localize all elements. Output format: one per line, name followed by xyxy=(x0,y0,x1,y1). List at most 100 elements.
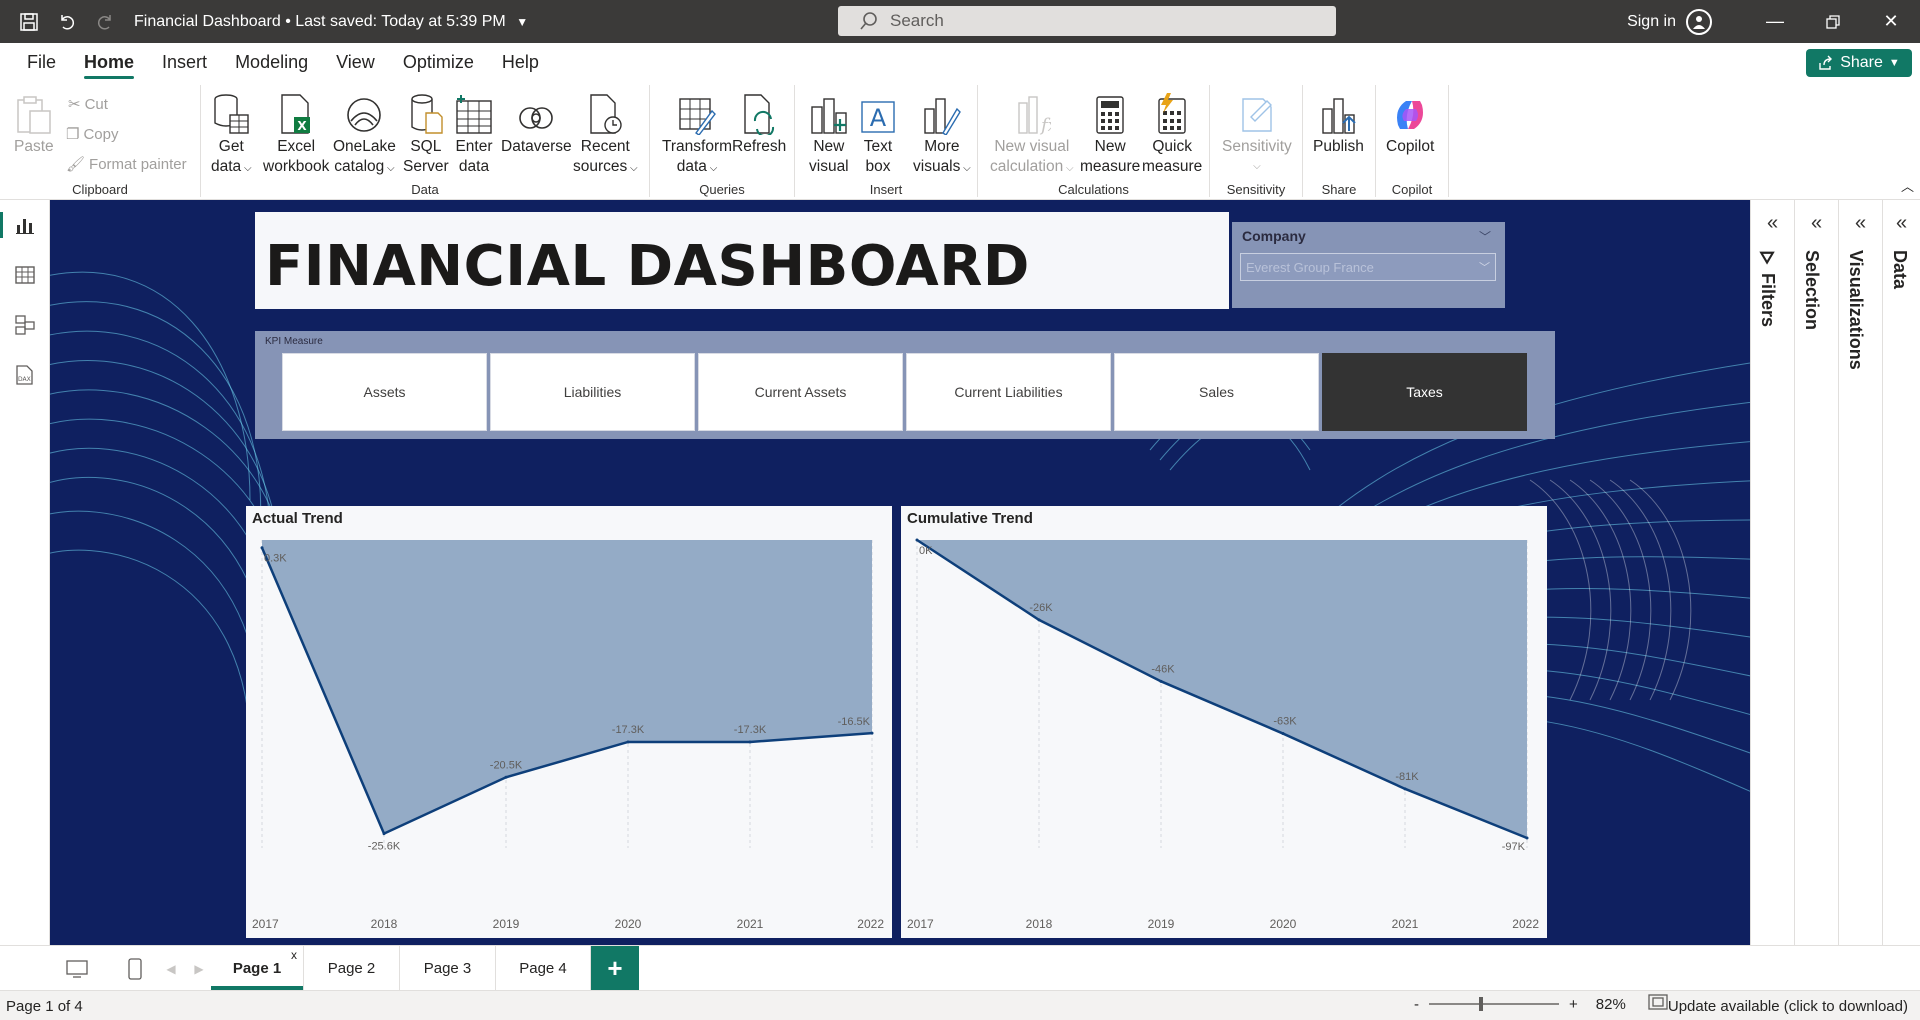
redo-icon[interactable] xyxy=(90,7,120,37)
text-box-button[interactable]: A Text box xyxy=(859,91,897,177)
company-slicer[interactable]: Company ﹀ Everest Group France ﹀ xyxy=(1232,222,1505,308)
dataverse-button[interactable]: Dataverse xyxy=(501,91,572,157)
more-visuals-button[interactable]: More visuals ⌵ xyxy=(913,91,971,179)
actual-trend-chart[interactable]: 0.3K -25.6K -20.5K -17.3K -17.3K -16.5K 2017 20… xyxy=(246,506,892,938)
kpi-tile-sales[interactable]: Sales xyxy=(1114,353,1319,431)
menu-help[interactable]: Help xyxy=(488,43,553,81)
data-group: Get data ⌵ X Excel workbook OneLake cata… xyxy=(201,85,650,197)
expand-chevron-icon[interactable]: « xyxy=(1795,212,1838,235)
enter-data-button[interactable]: Enter data xyxy=(455,91,493,177)
data-point[interactable] xyxy=(1159,679,1163,683)
minimize-icon[interactable]: — xyxy=(1746,0,1804,43)
menu-insert[interactable]: Insert xyxy=(148,43,221,81)
expand-chevron-icon[interactable]: « xyxy=(1839,212,1882,235)
format-painter-button[interactable]: 🖌 Format painter xyxy=(66,155,187,174)
chevron-down-icon[interactable]: ﹀ xyxy=(1479,228,1491,245)
data-label: -17.3K xyxy=(612,724,645,736)
scroll-right-icon[interactable]: ▶ xyxy=(184,954,214,984)
zoom-slider[interactable] xyxy=(1429,997,1559,1011)
data-point[interactable] xyxy=(1403,787,1407,791)
zoom-slider-thumb[interactable] xyxy=(1479,997,1483,1011)
menu-file[interactable]: File xyxy=(0,43,70,81)
ribbon: Paste ✂ Cut ❐ Copy 🖌 Format painter Clipboa… xyxy=(0,81,1920,200)
get-data-button[interactable]: Get data ⌵ xyxy=(211,91,252,179)
sensitivity-button[interactable]: Sensitivity ⌵ xyxy=(1222,91,1292,177)
copy-button[interactable]: ❐ Copy xyxy=(66,125,118,144)
new-visual-calculation-button[interactable]: fx New visual calculation ⌵ xyxy=(990,91,1074,179)
new-visual-button[interactable]: New visual xyxy=(809,91,849,177)
sign-in-link[interactable]: Sign in xyxy=(1627,13,1676,31)
quick-measure-button[interactable]: Quick measure xyxy=(1142,91,1202,177)
kpi-tile-assets[interactable]: Assets xyxy=(282,353,487,431)
file-name: Financial Dashboard xyxy=(134,12,281,30)
data-pane[interactable]: « Data xyxy=(1882,200,1920,945)
data-point[interactable] xyxy=(870,731,874,735)
page-tab-2[interactable]: Page 2 xyxy=(304,946,400,990)
visualizations-pane[interactable]: « Visualizations xyxy=(1838,200,1882,945)
paste-button[interactable]: Paste xyxy=(14,91,54,157)
restore-icon[interactable] xyxy=(1804,0,1862,43)
cut-button[interactable]: ✂ Cut xyxy=(68,95,108,114)
close-icon[interactable]: ✕ xyxy=(1862,0,1920,43)
data-point[interactable] xyxy=(915,538,919,542)
add-page-button[interactable]: + xyxy=(591,946,639,990)
menu-optimize[interactable]: Optimize xyxy=(389,43,488,81)
refresh-button[interactable]: Refresh xyxy=(732,91,786,157)
menu-view[interactable]: View xyxy=(322,43,389,81)
data-point[interactable] xyxy=(382,832,386,836)
data-point[interactable] xyxy=(504,775,508,779)
data-point[interactable] xyxy=(1525,836,1529,840)
share-button[interactable]: Share ▼ xyxy=(1806,49,1912,77)
page-tab-4[interactable]: Page 4 xyxy=(496,946,591,990)
zoom-in-button[interactable]: + xyxy=(1569,996,1578,1013)
cumulative-trend-chart[interactable]: 0K -26K -46K -63K -81K -97K 2017 2018 2019 2020 20… xyxy=(901,506,1547,938)
desktop-layout-icon[interactable] xyxy=(62,954,92,984)
fit-to-page-icon[interactable] xyxy=(1648,994,1668,1014)
save-icon[interactable] xyxy=(14,7,44,37)
page-tab-1[interactable]: Page 1 x xyxy=(211,946,304,990)
recent-sources-button[interactable]: Recent sources ⌵ xyxy=(573,91,638,179)
table-view-icon[interactable] xyxy=(0,250,50,300)
transform-data-button[interactable]: Transform data ⌵ xyxy=(662,91,732,179)
company-dropdown[interactable]: Everest Group France ﹀ xyxy=(1240,253,1496,281)
menu-modeling[interactable]: Modeling xyxy=(221,43,322,81)
filters-pane[interactable]: « ⛛ Filters xyxy=(1750,200,1794,945)
dax-query-view-icon[interactable]: DAX xyxy=(0,350,50,400)
chevron-down-icon[interactable]: ▼ xyxy=(516,15,528,29)
expand-chevron-icon[interactable]: « xyxy=(1751,212,1794,235)
excel-workbook-button[interactable]: X Excel workbook xyxy=(263,91,329,177)
kpi-tile-current-liabilities[interactable]: Current Liabilities xyxy=(906,353,1111,431)
close-tab-icon[interactable]: x xyxy=(291,948,297,962)
title-card[interactable]: FINANCIAL DASHBOARD xyxy=(255,212,1229,309)
model-view-icon[interactable] xyxy=(0,300,50,350)
sql-server-button[interactable]: SQL Server xyxy=(403,91,449,177)
file-title[interactable]: Financial Dashboard • Last saved: Today … xyxy=(134,13,528,31)
new-measure-button[interactable]: New measure xyxy=(1080,91,1140,177)
data-point[interactable] xyxy=(1281,732,1285,736)
zoom-level[interactable]: 82% xyxy=(1596,996,1626,1013)
publish-button[interactable]: Publish xyxy=(1313,91,1364,157)
data-point[interactable] xyxy=(260,546,264,550)
kpi-tile-current-assets[interactable]: Current Assets xyxy=(698,353,903,431)
mobile-layout-icon[interactable] xyxy=(120,954,150,984)
copilot-button[interactable]: Copilot xyxy=(1386,91,1434,157)
kpi-tile-liabilities[interactable]: Liabilities xyxy=(490,353,695,431)
zoom-out-button[interactable]: - xyxy=(1414,996,1419,1013)
onelake-catalog-button[interactable]: OneLake catalog ⌵ xyxy=(333,91,396,179)
chevron-up-icon[interactable]: ︿ xyxy=(1901,176,1914,195)
undo-icon[interactable] xyxy=(52,7,82,37)
kpi-tile-taxes[interactable]: Taxes xyxy=(1322,353,1527,431)
expand-chevron-icon[interactable]: « xyxy=(1883,212,1920,235)
data-point[interactable] xyxy=(1037,618,1041,622)
data-point[interactable] xyxy=(626,740,630,744)
publish-label: Publish xyxy=(1313,138,1364,155)
scroll-left-icon[interactable]: ◀ xyxy=(156,954,186,984)
selection-pane[interactable]: « Selection xyxy=(1794,200,1838,945)
data-point[interactable] xyxy=(748,740,752,744)
update-available-link[interactable]: Update available (click to download) xyxy=(1668,998,1908,1015)
search-box[interactable]: Search xyxy=(838,6,1336,36)
report-view-icon[interactable] xyxy=(0,200,50,250)
menu-home[interactable]: Home xyxy=(70,43,148,81)
page-tab-3[interactable]: Page 3 xyxy=(400,946,496,990)
avatar-icon[interactable] xyxy=(1686,8,1712,35)
